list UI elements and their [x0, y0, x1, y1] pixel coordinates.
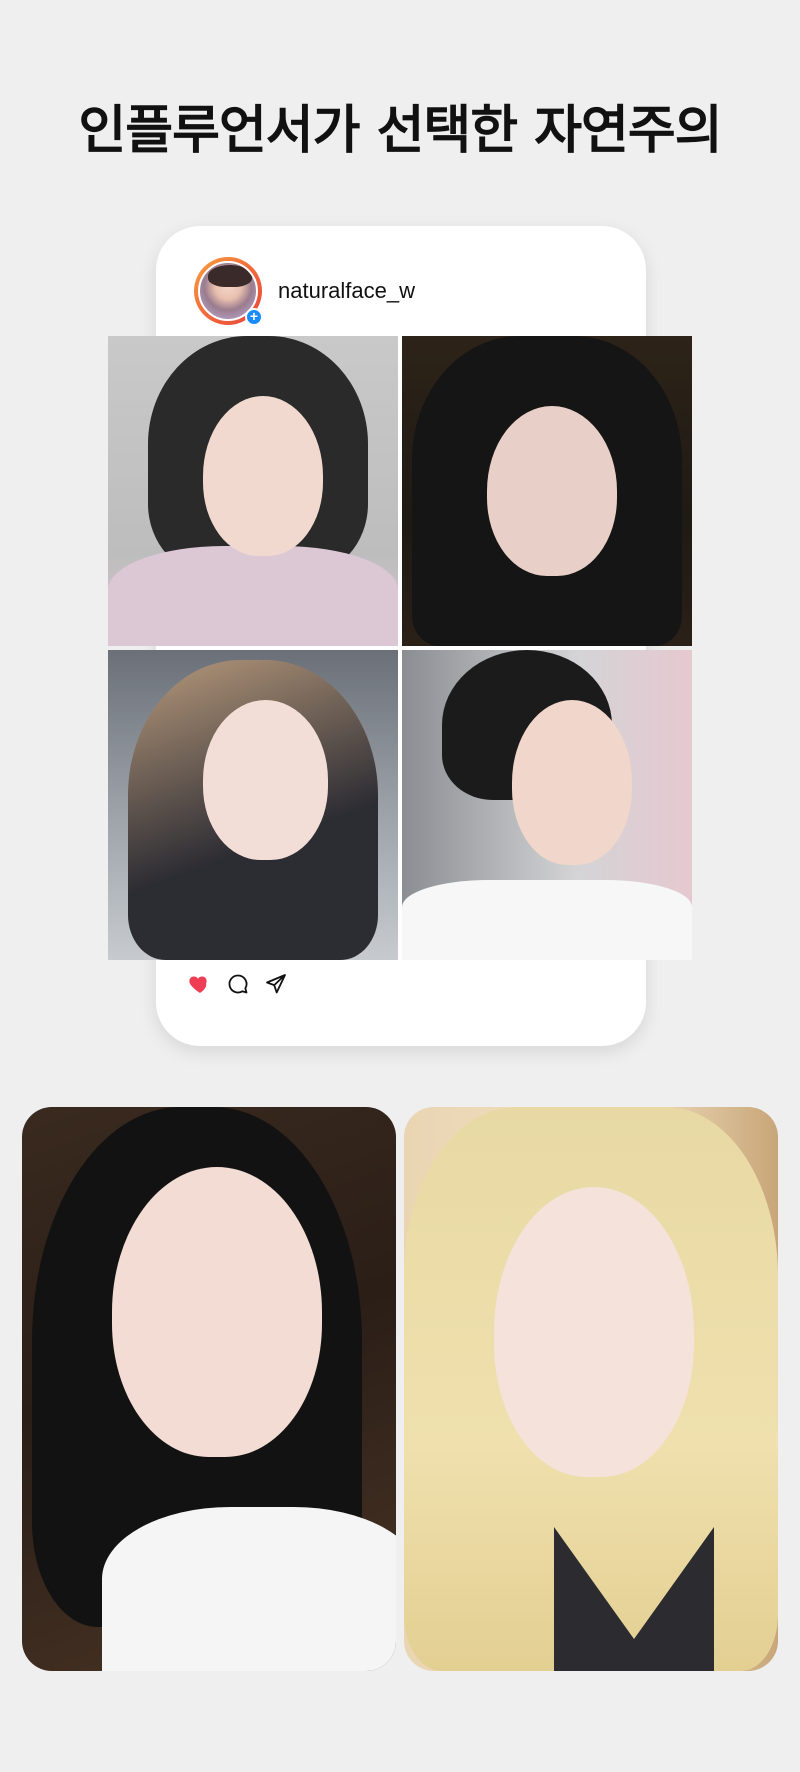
post-header: + naturalface_w	[194, 256, 415, 326]
profile-avatar[interactable]: +	[194, 257, 263, 326]
post-photo[interactable]	[108, 650, 398, 960]
send-icon[interactable]	[264, 972, 288, 996]
post-photo[interactable]	[108, 336, 398, 646]
post-photo[interactable]	[402, 650, 692, 960]
post-photo[interactable]	[402, 336, 692, 646]
heart-icon[interactable]	[188, 972, 212, 996]
add-story-icon[interactable]: +	[245, 308, 263, 326]
comment-icon[interactable]	[226, 972, 250, 996]
post-photo-grid	[108, 336, 692, 962]
username[interactable]: naturalface_w	[278, 278, 415, 304]
post-actions	[188, 972, 288, 996]
featured-photos	[22, 1107, 778, 1671]
page-title: 인플루언서가 선택한 자연주의	[78, 101, 722, 161]
featured-photo-dark-hair	[22, 1107, 396, 1671]
featured-photo-blonde-hair	[404, 1107, 778, 1671]
